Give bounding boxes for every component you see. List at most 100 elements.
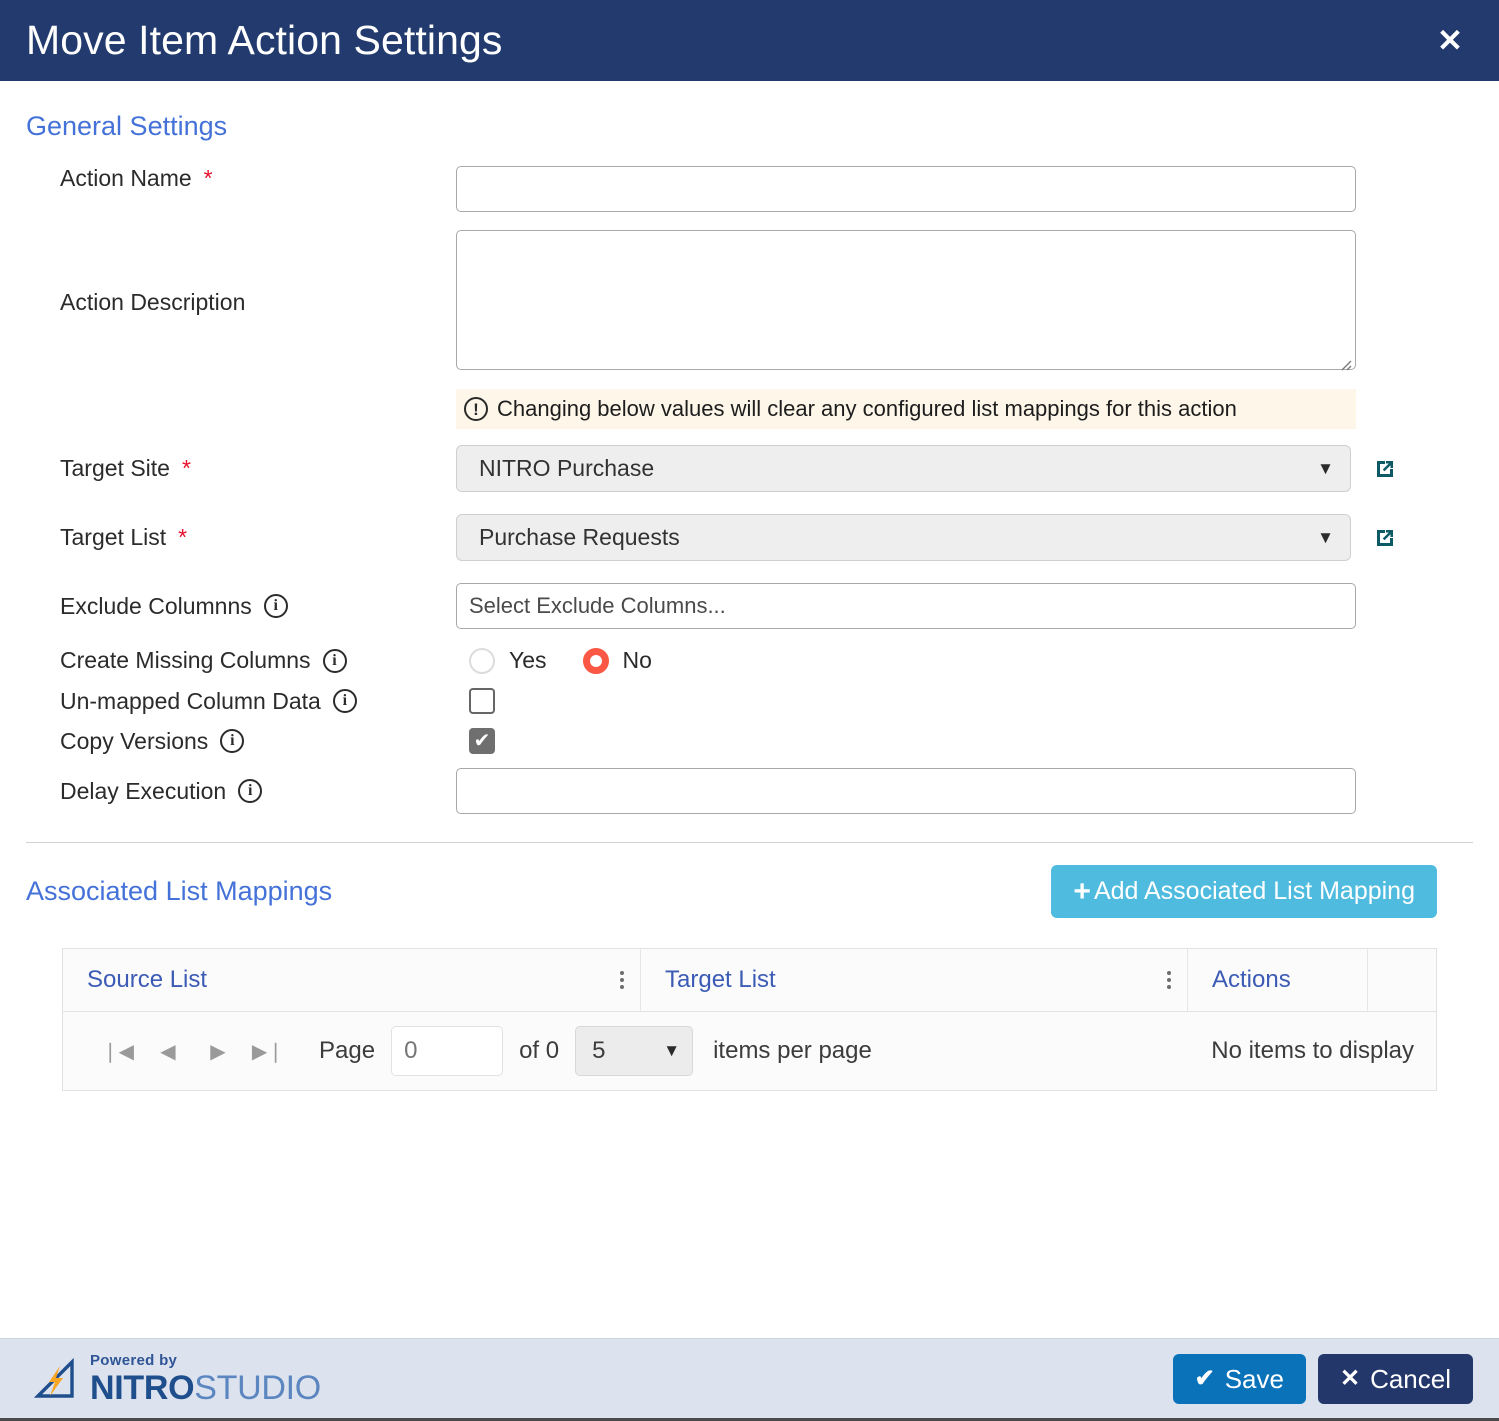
radio-yes[interactable]	[469, 647, 495, 674]
target-site-dropdown[interactable]: NITRO Purchase ▼	[456, 445, 1351, 493]
plus-icon: +	[1073, 874, 1091, 908]
copy-versions-label-text: Copy Versions	[60, 727, 209, 754]
form-row-exclude-columns: Exclude Columnns i	[26, 583, 1473, 630]
close-icon: ✕	[1339, 1364, 1361, 1392]
target-site-label: Target Site *	[26, 455, 456, 482]
pager-prev-button[interactable]: ◀	[143, 1039, 193, 1064]
form-row-unmapped-column-data: Un-mapped Column Data i	[26, 687, 1473, 715]
create-missing-columns-label: Create Missing Columns i	[26, 647, 456, 674]
copy-versions-label: Copy Versions i	[26, 727, 456, 754]
brand-nitro: NITRO	[90, 1368, 195, 1407]
dialog-body: General Settings Action Name * Action Des…	[0, 111, 1499, 1368]
associated-list-mappings-heading: Associated List Mappings	[26, 876, 333, 907]
save-button-label: Save	[1224, 1363, 1284, 1394]
form-row-action-description: Action Description	[26, 230, 1473, 375]
form-row-copy-versions: Copy Versions i ✔	[26, 727, 1473, 755]
form-row-target-site: Target Site * NITRO Purchase ▼	[26, 445, 1473, 493]
info-icon[interactable]: i	[322, 648, 347, 673]
create-missing-columns-control: Yes No	[456, 647, 1473, 674]
pager-last-button[interactable]: ▶❘	[243, 1039, 293, 1064]
target-site-value: NITRO Purchase	[479, 455, 655, 482]
warning-control: ! Changing below values will clear any c…	[456, 389, 1473, 430]
dialog-title-bar: Move Item Action Settings ✕	[0, 0, 1499, 81]
associated-list-mappings-grid: Source List Target List Actions ❘◀ ◀ ▶ ▶…	[62, 948, 1437, 1092]
info-icon[interactable]: i	[332, 689, 357, 714]
check-icon: ✔	[1194, 1364, 1215, 1392]
exclude-columns-control	[456, 583, 1473, 630]
form-row-action-name: Action Name *	[26, 165, 1473, 212]
cancel-button-label: Cancel	[1370, 1363, 1451, 1394]
column-menu-icon[interactable]	[610, 971, 624, 990]
pager-page-label: Page	[319, 1037, 376, 1065]
target-list-label-text: Target List	[60, 524, 167, 551]
form-row-delay-execution: Delay Execution i	[26, 768, 1473, 815]
unmapped-column-data-control	[456, 688, 1473, 715]
action-description-textarea[interactable]	[456, 230, 1356, 370]
general-settings-form: Action Name * Action Description ! Chang…	[26, 165, 1473, 815]
unmapped-column-data-label-text: Un-mapped Column Data	[60, 687, 321, 714]
external-link-icon	[1377, 529, 1393, 546]
form-row-target-list: Target List * Purchase Requests ▼	[26, 514, 1473, 562]
column-menu-icon[interactable]	[1157, 971, 1171, 990]
create-missing-columns-radio-group: Yes No	[469, 647, 674, 674]
exclude-columns-label: Exclude Columnns i	[26, 592, 456, 619]
save-button[interactable]: ✔ Save	[1172, 1353, 1306, 1404]
radio-no-label: No	[622, 647, 652, 674]
info-icon[interactable]: i	[220, 729, 245, 754]
unmapped-column-data-label: Un-mapped Column Data i	[26, 687, 456, 714]
warning-banner: ! Changing below values will clear any c…	[456, 389, 1356, 430]
info-icon[interactable]: i	[263, 594, 288, 619]
target-site-control: NITRO Purchase ▼	[456, 445, 1473, 493]
action-name-input[interactable]	[456, 166, 1356, 212]
delay-execution-input[interactable]	[456, 768, 1356, 815]
form-row-create-missing-columns: Create Missing Columns i Yes No	[26, 647, 1473, 674]
copy-versions-checkbox[interactable]: ✔	[469, 728, 495, 755]
cancel-button[interactable]: ✕ Cancel	[1317, 1353, 1473, 1404]
action-name-label: Action Name *	[26, 165, 456, 191]
pager-page-input[interactable]	[391, 1026, 504, 1077]
radio-no[interactable]	[582, 647, 609, 674]
footer-buttons: ✔ Save ✕ Cancel	[1172, 1353, 1473, 1404]
chevron-down-icon: ▼	[1317, 527, 1334, 547]
action-description-label: Action Description	[60, 288, 246, 315]
warning-text: Changing below values will clear any con…	[497, 396, 1237, 421]
pager-next-button[interactable]: ▶	[193, 1039, 243, 1064]
general-settings-heading: General Settings	[26, 111, 228, 141]
chevron-down-icon: ▼	[663, 1041, 681, 1061]
close-icon[interactable]: ✕	[1429, 21, 1471, 60]
pager-page-size-value: 5	[592, 1037, 606, 1065]
pager-first-button[interactable]: ❘◀	[93, 1039, 143, 1064]
unmapped-column-data-checkbox[interactable]	[469, 688, 495, 715]
column-header-target-list[interactable]: Target List	[641, 949, 1188, 1012]
form-row-warning: ! Changing below values will clear any c…	[26, 389, 1473, 430]
copy-versions-control: ✔	[456, 728, 1473, 755]
exclude-columns-label-text: Exclude Columnns	[60, 592, 252, 619]
dialog-footer: Powered by NITROSTUDIO ✔ Save ✕ Cancel	[0, 1338, 1499, 1421]
target-site-open-link-icon[interactable]	[1373, 457, 1397, 481]
grid-header-row: Source List Target List Actions	[63, 949, 1436, 1013]
pager-page-size-dropdown[interactable]: 5 ▼	[575, 1026, 694, 1077]
associated-list-mappings-header: Associated List Mappings + Add Associate…	[26, 865, 1473, 919]
target-list-open-link-icon[interactable]	[1373, 526, 1397, 550]
section-divider	[26, 842, 1473, 844]
grid-empty-message: No items to display	[1211, 1037, 1414, 1065]
target-site-label-text: Target Site	[60, 455, 170, 482]
required-asterisk: *	[203, 165, 213, 191]
target-list-value: Purchase Requests	[479, 524, 680, 551]
external-link-icon	[1377, 460, 1393, 477]
column-header-spacer	[1368, 949, 1436, 1011]
column-header-source-list-label: Source List	[87, 966, 208, 994]
grid-pager: ❘◀ ◀ ▶ ▶❘ Page of 0 5 ▼ items per page N…	[63, 1012, 1436, 1090]
chevron-down-icon: ▼	[1317, 458, 1334, 478]
exclude-columns-input[interactable]	[456, 583, 1356, 630]
info-icon[interactable]: i	[238, 779, 263, 804]
action-description-control	[456, 230, 1473, 375]
column-header-actions: Actions	[1188, 949, 1368, 1012]
nitro-logo-text: Powered by NITROSTUDIO	[90, 1353, 321, 1405]
delay-execution-label: Delay Execution i	[26, 778, 456, 804]
column-header-source-list[interactable]: Source List	[63, 949, 641, 1012]
target-list-dropdown[interactable]: Purchase Requests ▼	[456, 514, 1351, 562]
create-missing-columns-label-text: Create Missing Columns	[60, 647, 311, 674]
add-associated-list-mapping-button[interactable]: + Add Associated List Mapping	[1051, 865, 1437, 919]
brand-name: NITROSTUDIO	[90, 1371, 321, 1405]
